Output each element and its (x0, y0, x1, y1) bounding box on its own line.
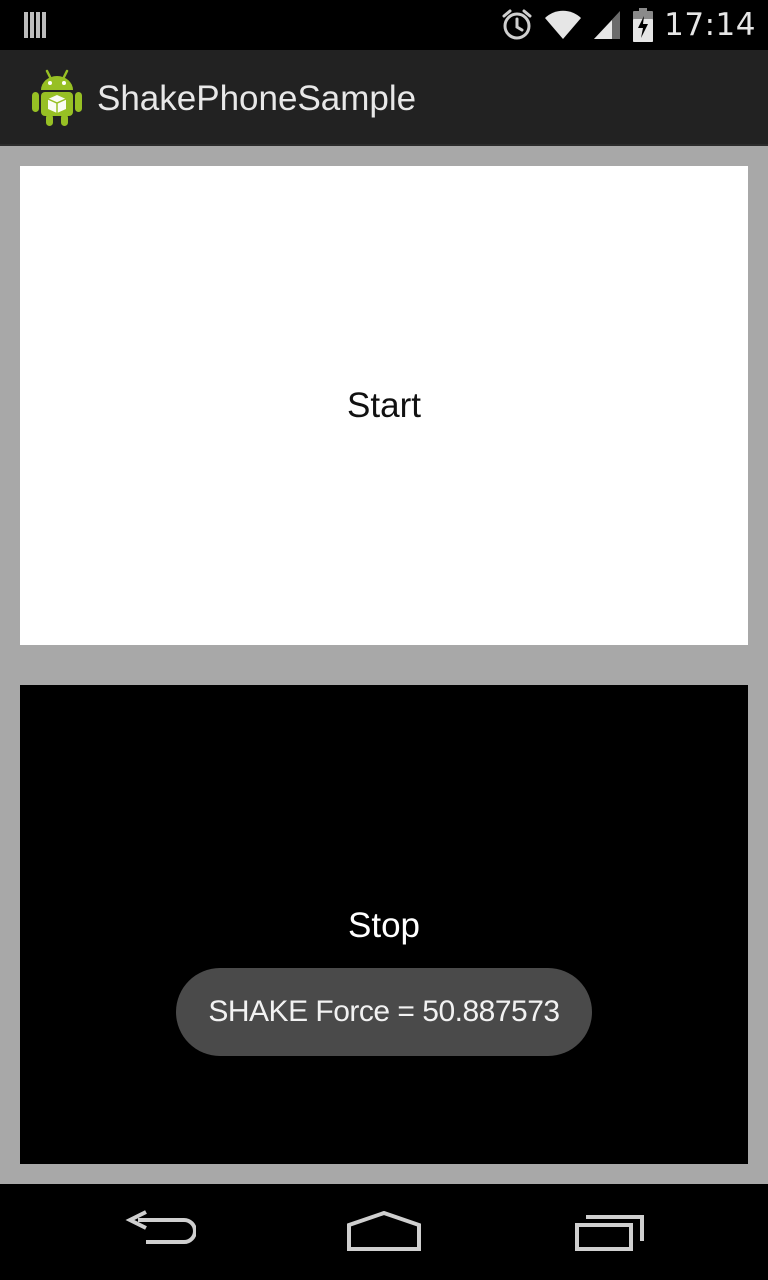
home-icon (347, 1211, 421, 1251)
notification-bars-icon (24, 12, 46, 38)
start-button-label: Start (347, 385, 421, 425)
android-app-icon (32, 69, 82, 126)
recents-icon (575, 1215, 644, 1251)
status-bar: 17:14 (0, 0, 768, 50)
back-icon (125, 1210, 196, 1244)
stop-button[interactable]: Stop (20, 685, 748, 1164)
recents-button[interactable] (550, 1198, 670, 1266)
signal-icon (594, 11, 621, 39)
nav-bar (0, 1184, 768, 1280)
home-button[interactable] (324, 1198, 444, 1266)
stop-button-label: Stop (348, 906, 420, 945)
back-button[interactable] (100, 1198, 220, 1266)
app-title: ShakePhoneSample (97, 79, 417, 118)
alarm-icon (502, 9, 532, 40)
wifi-icon (545, 10, 582, 39)
action-bar: ShakePhoneSample (0, 50, 768, 146)
status-icons: 17:14 (500, 0, 756, 50)
battery-charging-icon (633, 8, 654, 42)
shake-force-toast: SHAKE Force = 50.887573 (176, 968, 592, 1056)
start-button[interactable]: Start (20, 166, 748, 645)
screen: 17:14 ShakePhoneSample Start Stop SHAKE … (0, 0, 768, 1280)
status-time: 17:14 (664, 7, 756, 43)
